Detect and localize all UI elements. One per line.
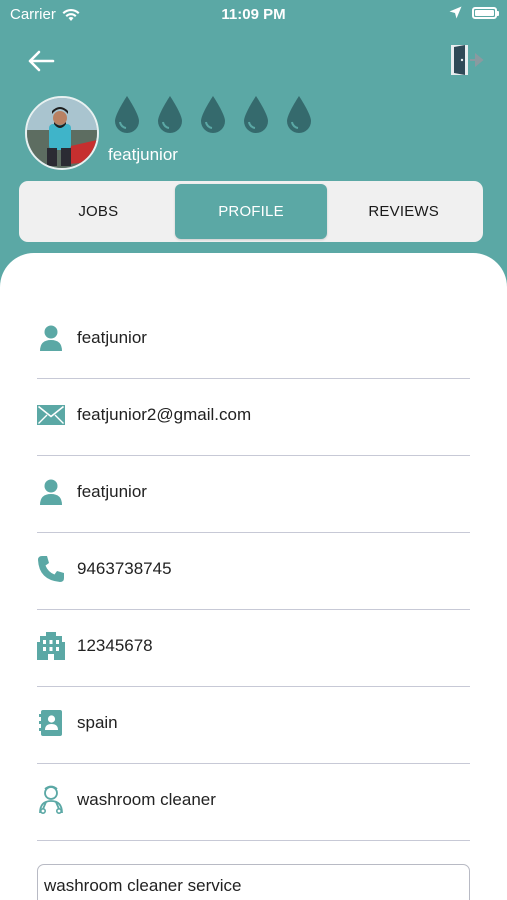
avatar[interactable] (25, 96, 99, 170)
contact-card-icon (37, 709, 65, 737)
name-value: featjunior (77, 328, 147, 347)
profile-username: featjunior (108, 145, 178, 164)
occupation-value: washroom cleaner (77, 790, 216, 809)
mail-icon (37, 401, 65, 429)
worker-icon (37, 785, 65, 814)
country-value: spain (77, 713, 118, 732)
description-box[interactable]: washroom cleaner service (37, 864, 470, 900)
phone-value: 9463738745 (77, 559, 172, 578)
status-time: 11:09 PM (221, 6, 286, 23)
name-field: featjunior (37, 302, 470, 379)
country-field: spain (37, 687, 470, 764)
email-field: featjunior2@gmail.com (37, 379, 470, 456)
arrow-left-icon (28, 50, 55, 72)
tab-bar: JOBS PROFILE REVIEWS (19, 181, 483, 242)
back-button[interactable] (25, 45, 57, 77)
battery-icon (472, 6, 499, 19)
tab-jobs[interactable]: JOBS (22, 184, 175, 239)
company-field: 12345678 (37, 610, 470, 687)
occupation-field: washroom cleaner (37, 764, 470, 841)
company-value: 12345678 (77, 636, 153, 655)
water-drop-icon (244, 96, 268, 133)
exit-door-icon (451, 45, 484, 75)
building-icon (37, 632, 65, 660)
water-drop-icon (287, 96, 311, 133)
username-field: featjunior (37, 456, 470, 533)
logout-button[interactable] (448, 42, 488, 78)
rating-drops (112, 95, 314, 133)
person-icon (37, 324, 65, 352)
avatar-photo (27, 98, 97, 168)
water-drop-icon (201, 96, 225, 133)
username-value: featjunior (77, 482, 147, 501)
tab-profile[interactable]: PROFILE (174, 184, 328, 239)
phone-icon (37, 555, 65, 583)
phone-field: 9463738745 (37, 533, 470, 610)
location-arrow-icon (449, 6, 462, 19)
tab-reviews[interactable]: REVIEWS (327, 184, 480, 239)
water-drop-icon (115, 96, 139, 133)
status-bar: Carrier 11:09 PM (0, 0, 507, 30)
person-icon (37, 478, 65, 506)
water-drop-icon (158, 96, 182, 133)
email-value: featjunior2@gmail.com (77, 405, 252, 424)
